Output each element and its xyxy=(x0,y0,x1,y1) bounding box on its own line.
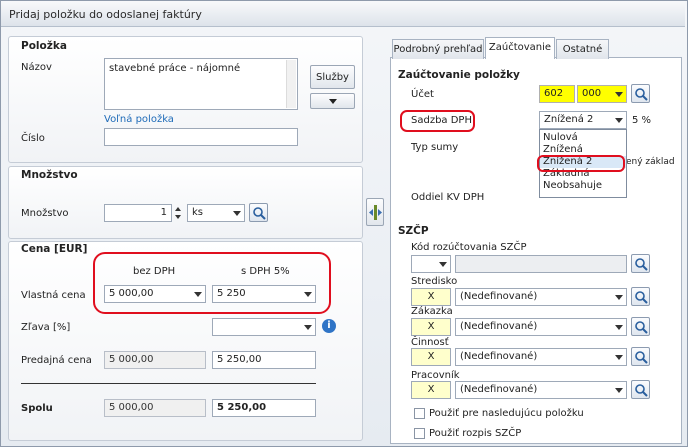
stredisko-search-button[interactable] xyxy=(631,287,650,306)
chevron-down-icon xyxy=(329,99,337,104)
group-polozka-title: Položka xyxy=(21,40,67,52)
highlight-ring-option xyxy=(537,155,625,172)
pracovnik-label: Pracovník xyxy=(411,370,460,381)
cinnost-code[interactable]: X xyxy=(411,348,451,366)
sadzba-label: Sadzba DPH xyxy=(411,115,472,126)
cislo-label: Číslo xyxy=(21,133,45,144)
sadzba-select[interactable]: Znížená 2 xyxy=(539,111,627,129)
unit-value: ks xyxy=(192,207,204,218)
spolu-label: Spolu xyxy=(21,403,53,414)
cinnost-label: Činnosť xyxy=(411,337,449,348)
zakazka-code[interactable]: X xyxy=(411,318,451,336)
oddiel-kv-label: Oddiel KV DPH xyxy=(411,192,485,203)
szcp-title: SZČP xyxy=(398,225,429,237)
tab-podrobny-prehlad[interactable]: Podrobný prehľad xyxy=(392,39,484,59)
group-cena-title: Cena [EUR] xyxy=(21,243,88,255)
vlastna-cena-label: Vlastná cena xyxy=(21,290,86,301)
sadzba-option-nulova[interactable]: Nulová xyxy=(540,132,626,144)
search-icon xyxy=(635,384,648,397)
nazov-textarea[interactable]: stavebné práce - nájomné xyxy=(104,58,298,110)
ucet-syn-input[interactable]: 602 xyxy=(539,85,575,103)
panel-toggle-button[interactable] xyxy=(366,198,384,226)
pouzit-rozpis-label: Použiť rozpis SZČP xyxy=(429,428,522,439)
cinnost-search-button[interactable] xyxy=(631,347,650,366)
tab-ostatne[interactable]: Ostatné xyxy=(556,39,609,59)
unit-select[interactable]: ks xyxy=(187,204,245,222)
cislo-input[interactable] xyxy=(104,128,298,146)
panel-toggle-icon xyxy=(369,205,382,220)
pouzit-polozku-label: Použiť pre nasledujúcu položku xyxy=(429,408,584,419)
vlastna-cena-s-select[interactable]: 5 250 xyxy=(212,285,316,303)
mnozstvo-spinner[interactable] xyxy=(173,204,183,222)
search-icon xyxy=(635,351,648,364)
kod-search-button[interactable] xyxy=(631,254,650,273)
ucet-an-select[interactable]: 000 xyxy=(577,85,627,103)
nazov-label: Názov xyxy=(21,62,52,73)
ucet-an-value: 000 xyxy=(582,88,602,99)
spolu-s: 5 250,00 xyxy=(212,399,316,417)
search-icon xyxy=(635,258,648,271)
search-icon xyxy=(635,291,648,304)
spolu-bez: 5 000,00 xyxy=(104,399,206,417)
zakazka-search-button[interactable] xyxy=(631,317,650,336)
nazov-scrollbar[interactable] xyxy=(286,60,296,108)
sadzba-option-neobsahuje[interactable]: Neobsahuje xyxy=(540,180,626,192)
pouzit-polozku-checkbox[interactable] xyxy=(414,408,425,419)
stredisko-value: (Nedefinované) xyxy=(460,291,538,302)
volna-polozka-link[interactable]: Voľná položka xyxy=(104,114,174,125)
spolu-divider xyxy=(21,383,316,384)
unit-search-button[interactable] xyxy=(249,203,268,222)
stredisko-select[interactable]: (Nedefinované) xyxy=(455,288,627,306)
ucet-label: Účet xyxy=(411,89,434,100)
sadzba-value: Znížená 2 xyxy=(544,114,594,125)
zakazka-select[interactable]: (Nedefinované) xyxy=(455,318,627,336)
pracovnik-code[interactable]: X xyxy=(411,381,451,399)
predajna-cena-label: Predajná cena xyxy=(21,355,92,366)
zlava-label: Zľava [%] xyxy=(21,322,71,333)
sadzba-percent: 5 % xyxy=(632,115,652,126)
kod-select[interactable] xyxy=(411,255,451,273)
predajna-cena-bez: 5 000,00 xyxy=(104,351,206,369)
search-icon xyxy=(253,207,266,220)
zlava-select[interactable] xyxy=(212,318,316,336)
sluzby-dropdown-button[interactable] xyxy=(310,93,355,109)
typ-sumy-label: Typ sumy xyxy=(411,142,459,153)
group-mnozstvo-title: Množstvo xyxy=(21,169,78,181)
vlastna-cena-bez-select[interactable]: 5 000,00 xyxy=(104,285,206,303)
predajna-cena-s: 5 250,00 xyxy=(212,351,316,369)
zakazka-value: (Nedefinované) xyxy=(460,321,538,332)
cinnost-value: (Nedefinované) xyxy=(460,351,538,362)
cinnost-select[interactable]: (Nedefinované) xyxy=(455,348,627,366)
pouzit-rozpis-checkbox[interactable] xyxy=(414,428,425,439)
stredisko-code[interactable]: X xyxy=(411,288,451,306)
kod-rozuctovania-label: Kód rozúčtovania SZČP xyxy=(411,242,527,253)
window-title: Pridaj položku do odoslanej faktúry xyxy=(1,1,685,27)
tab-zauctovanie[interactable]: Zaúčtovanie xyxy=(485,37,555,59)
mnozstvo-label: Množstvo xyxy=(21,208,69,219)
zakazka-label: Zákazka xyxy=(411,306,453,317)
typ-sumy-partial: ený základ xyxy=(626,157,675,167)
search-icon xyxy=(635,88,648,101)
zauctovanie-title: Zaúčtovanie položky xyxy=(398,69,520,81)
mnozstvo-input[interactable]: 1 xyxy=(104,204,172,222)
info-icon[interactable]: i xyxy=(322,319,336,333)
col-s-dph: s DPH 5% xyxy=(241,266,290,277)
vlastna-cena-s-value: 5 250 xyxy=(217,288,246,299)
pracovnik-search-button[interactable] xyxy=(631,380,650,399)
ucet-search-button[interactable] xyxy=(631,84,650,103)
pracovnik-value: (Nedefinované) xyxy=(460,384,538,395)
kod-description xyxy=(455,255,627,273)
pracovnik-select[interactable]: (Nedefinované) xyxy=(455,381,627,399)
search-icon xyxy=(635,321,648,334)
sluzby-button[interactable]: Služby xyxy=(310,65,355,89)
vlastna-cena-bez-value: 5 000,00 xyxy=(109,288,154,299)
col-bez-dph: bez DPH xyxy=(133,266,176,277)
highlight-ring-prices xyxy=(93,252,331,314)
stredisko-label: Stredisko xyxy=(411,276,458,287)
